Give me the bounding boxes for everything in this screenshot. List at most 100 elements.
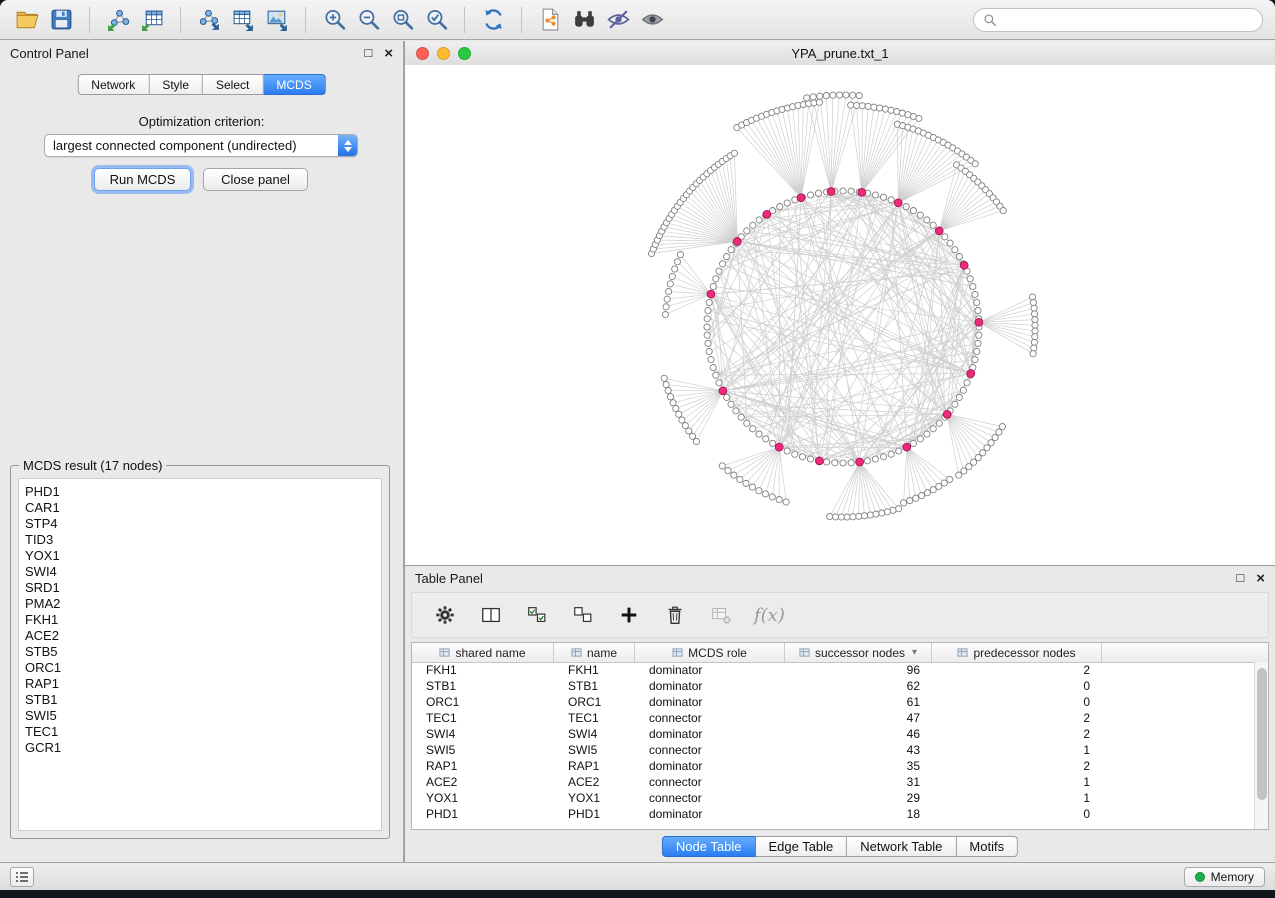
table-cell: 29 <box>785 791 932 805</box>
mcds-result-item[interactable]: ORC1 <box>25 660 375 676</box>
close-panel-icon[interactable]: × <box>384 46 393 61</box>
mcds-result-item[interactable]: SWI4 <box>25 564 375 580</box>
minimize-window-icon[interactable] <box>437 47 450 60</box>
zoom-fit-icon <box>390 7 415 32</box>
zoom-in-icon <box>322 7 347 32</box>
tab-network-table[interactable]: Network Table <box>847 836 956 857</box>
export-image-button[interactable] <box>260 4 294 36</box>
mcds-result-item[interactable]: STB5 <box>25 644 375 660</box>
mcds-result-item[interactable]: FKH1 <box>25 612 375 628</box>
delete-table-button[interactable] <box>708 602 734 628</box>
table-scrollbar[interactable] <box>1254 662 1268 829</box>
tab-network[interactable]: Network <box>77 74 149 95</box>
tab-node-table[interactable]: Node Table <box>662 836 756 857</box>
export-table-button[interactable] <box>226 4 260 36</box>
mcds-result-item[interactable]: GCR1 <box>25 740 375 756</box>
mcds-result-item[interactable]: STP4 <box>25 516 375 532</box>
export-network-button[interactable] <box>192 4 226 36</box>
criterion-dropdown[interactable]: largest connected component (undirected) <box>44 134 358 157</box>
table-row[interactable]: YOX1YOX1connector291 <box>412 790 1255 806</box>
application-window: Control Panel □ × Network Style Select M… <box>0 0 1275 890</box>
tab-mcds[interactable]: MCDS <box>263 74 325 95</box>
table-cell: dominator <box>635 727 785 741</box>
mcds-result-item[interactable]: ACE2 <box>25 628 375 644</box>
zoom-fit-button[interactable] <box>385 4 419 36</box>
zoom-selected-button[interactable] <box>419 4 453 36</box>
table-row[interactable]: PHD1PHD1dominator180 <box>412 806 1255 822</box>
deselect-all-button[interactable] <box>570 602 596 628</box>
memory-button[interactable]: Memory <box>1184 867 1265 887</box>
column-header-predecessor-nodes[interactable]: predecessor nodes <box>932 643 1102 662</box>
criterion-value: largest connected component (undirected) <box>45 135 338 156</box>
toolbar-separator <box>89 7 90 33</box>
table-row[interactable]: RAP1RAP1dominator352 <box>412 758 1255 774</box>
network-canvas[interactable] <box>405 65 1275 565</box>
close-panel-icon[interactable]: × <box>1256 571 1265 586</box>
mcds-result-item[interactable]: SWI5 <box>25 708 375 724</box>
column-header-shared-name[interactable]: shared name <box>412 643 554 662</box>
sort-indicator-icon[interactable]: ▾ <box>912 647 917 658</box>
zoom-out-button[interactable] <box>351 4 385 36</box>
table-row[interactable]: FKH1FKH1dominator962 <box>412 662 1255 678</box>
memory-status-icon <box>1195 872 1205 882</box>
tab-style[interactable]: Style <box>149 74 203 95</box>
float-panel-icon[interactable]: □ <box>1236 571 1244 586</box>
close-window-icon[interactable] <box>416 47 429 60</box>
table-cell: TEC1 <box>554 711 635 725</box>
column-header-name[interactable]: name <box>554 643 635 662</box>
mcds-result-item[interactable]: SRD1 <box>25 580 375 596</box>
search-box[interactable] <box>973 8 1263 32</box>
save-session-button[interactable] <box>44 4 78 36</box>
plus-icon <box>618 604 640 626</box>
scrollbar-thumb[interactable] <box>1257 668 1267 800</box>
table-row[interactable]: SWI5SWI5connector431 <box>412 742 1255 758</box>
show-all-button[interactable] <box>635 4 669 36</box>
panel-list-button[interactable] <box>10 867 34 887</box>
table-settings-button[interactable] <box>432 602 458 628</box>
zoom-selected-icon <box>424 7 449 32</box>
delete-table-icon <box>710 604 732 626</box>
mcds-result-item[interactable]: PHD1 <box>25 484 375 500</box>
delete-column-button[interactable] <box>662 602 688 628</box>
tab-select[interactable]: Select <box>203 74 263 95</box>
table-cell: 1 <box>932 791 1102 805</box>
mcds-result-item[interactable]: RAP1 <box>25 676 375 692</box>
maximize-window-icon[interactable] <box>458 47 471 60</box>
add-column-button[interactable] <box>616 602 642 628</box>
open-session-button[interactable] <box>10 4 44 36</box>
close-panel-button[interactable]: Close panel <box>203 168 308 191</box>
zoom-in-button[interactable] <box>317 4 351 36</box>
mcds-result-item[interactable]: CAR1 <box>25 500 375 516</box>
mcds-result-item[interactable]: PMA2 <box>25 596 375 612</box>
find-button[interactable] <box>567 4 601 36</box>
mcds-result-item[interactable]: TEC1 <box>25 724 375 740</box>
split-columns-button[interactable] <box>478 602 504 628</box>
table-row[interactable]: SWI4SWI4dominator462 <box>412 726 1255 742</box>
select-all-button[interactable] <box>524 602 550 628</box>
mcds-result-item[interactable]: TID3 <box>25 532 375 548</box>
tab-edge-table[interactable]: Edge Table <box>755 836 847 857</box>
mcds-result-item[interactable]: YOX1 <box>25 548 375 564</box>
search-input[interactable] <box>1002 12 1253 29</box>
table-row[interactable]: TEC1TEC1connector472 <box>412 710 1255 726</box>
mcds-result-item[interactable]: STB1 <box>25 692 375 708</box>
network-title: YPA_prune.txt_1 <box>405 46 1275 61</box>
import-network-button[interactable] <box>101 4 135 36</box>
hide-selected-button[interactable] <box>601 4 635 36</box>
table-row[interactable]: STB1STB1dominator620 <box>412 678 1255 694</box>
table-row[interactable]: ORC1ORC1dominator610 <box>412 694 1255 710</box>
apply-layout-button[interactable] <box>476 4 510 36</box>
table-row[interactable]: ACE2ACE2connector311 <box>412 774 1255 790</box>
column-header-mcds-role[interactable]: MCDS role <box>635 643 785 662</box>
tab-motifs[interactable]: Motifs <box>956 836 1018 857</box>
function-builder-button[interactable]: f(x) <box>754 602 785 628</box>
run-mcds-button[interactable]: Run MCDS <box>94 168 191 191</box>
import-table-button[interactable] <box>135 4 169 36</box>
float-panel-icon[interactable]: □ <box>364 46 372 61</box>
export-document-button[interactable] <box>533 4 567 36</box>
table-cell: 61 <box>785 695 932 709</box>
deselect-all-icon <box>572 604 594 626</box>
column-header-filler <box>1102 643 1268 662</box>
mcds-result-list[interactable]: PHD1CAR1STP4TID3YOX1SWI4SRD1PMA2FKH1ACE2… <box>18 478 382 831</box>
column-header-successor-nodes[interactable]: successor nodes ▾ <box>785 643 932 662</box>
